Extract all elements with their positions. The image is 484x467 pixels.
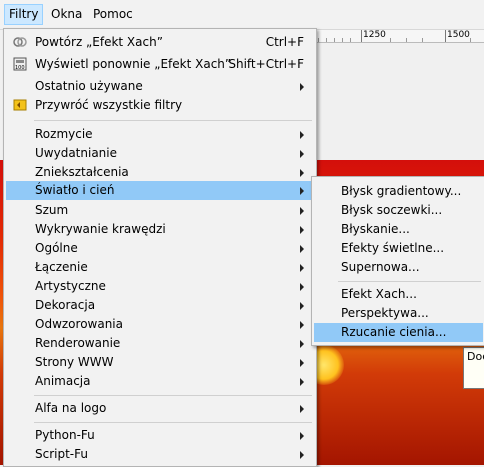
submenu-arrow-icon: [300, 405, 304, 413]
menu-item-light-shadow[interactable]: Światło i cień: [6, 181, 314, 200]
submenu-item-lighting[interactable]: Efekty świetlne...: [314, 239, 483, 258]
submenu-arrow-icon: [300, 451, 304, 459]
menu-item-distorts[interactable]: Zniekształcenia: [6, 163, 314, 182]
menu-item-blur[interactable]: Rozmycie: [6, 125, 314, 144]
menu-item-generic[interactable]: Ogólne: [6, 239, 314, 258]
submenu-item-perspective[interactable]: Perspektywa...: [314, 304, 483, 323]
menu-item-repeat[interactable]: Powtórz „Efekt Xach” Ctrl+F: [6, 33, 314, 52]
tooltip: Doc: [463, 347, 484, 389]
menu-pomoc[interactable]: Pomoc: [89, 5, 137, 24]
menu-item-web[interactable]: Strony WWW: [6, 353, 314, 372]
light-shadow-submenu: Błysk gradientowy... Błysk soczewki... B…: [311, 176, 484, 346]
submenu-arrow-icon: [300, 207, 304, 215]
menu-okna[interactable]: Okna: [47, 5, 86, 24]
submenu-item-drop-shadow[interactable]: Rzucanie cienia...: [314, 323, 483, 342]
submenu-arrow-icon: [300, 226, 304, 234]
reshow-filter-icon: 100: [13, 57, 27, 71]
ruler-label-2: 1500: [447, 30, 470, 40]
reset-filters-icon: [13, 99, 27, 111]
submenu-arrow-icon: [300, 83, 304, 91]
submenu-arrow-icon: [300, 245, 304, 253]
menu-item-enhance[interactable]: Uwydatnianie: [6, 144, 314, 163]
submenu-arrow-icon: [300, 169, 304, 177]
menu-item-render[interactable]: Renderowanie: [6, 334, 314, 353]
menu-item-combine[interactable]: Łączenie: [6, 258, 314, 277]
menu-item-animation[interactable]: Animacja: [6, 372, 314, 391]
submenu-item-supernova[interactable]: Supernowa...: [314, 258, 483, 277]
svg-text:100: 100: [15, 65, 25, 71]
submenu-arrow-icon: [300, 187, 304, 195]
submenu-arrow-icon: [300, 321, 304, 329]
separator: [338, 281, 481, 282]
menu-item-reset-all[interactable]: Przywróć wszystkie filtry: [6, 96, 314, 115]
submenu-item-lens-flare[interactable]: Błysk soczewki...: [314, 201, 483, 220]
submenu-arrow-icon: [300, 283, 304, 291]
menu-item-recent[interactable]: Ostatnio używane: [6, 77, 314, 96]
submenu-arrow-icon: [300, 131, 304, 139]
menubar: Filtry Okna Pomoc: [0, 0, 484, 30]
menu-item-reshow[interactable]: 100 Wyświetl ponownie „Efekt Xach” Shift…: [6, 55, 314, 74]
submenu-arrow-icon: [300, 378, 304, 386]
submenu-item-gradient-flare[interactable]: Błysk gradientowy...: [314, 182, 483, 201]
horizontal-ruler: 1250 1500: [310, 30, 484, 43]
submenu-arrow-icon: [300, 150, 304, 158]
menu-item-map[interactable]: Odwzorowania: [6, 315, 314, 334]
separator: [34, 120, 312, 121]
separator: [34, 422, 312, 423]
submenu-item-sparkle[interactable]: Błyskanie...: [314, 220, 483, 239]
separator: [34, 395, 312, 396]
submenu-arrow-icon: [300, 340, 304, 348]
menu-item-alpha-logo[interactable]: Alfa na logo: [6, 399, 314, 418]
submenu-arrow-icon: [300, 264, 304, 272]
menu-item-decor[interactable]: Dekoracja: [6, 296, 314, 315]
submenu-item-xach[interactable]: Efekt Xach...: [314, 285, 483, 304]
menu-item-python-fu[interactable]: Python-Fu: [6, 426, 314, 445]
submenu-arrow-icon: [300, 359, 304, 367]
menu-item-edge-detect[interactable]: Wykrywanie krawędzi: [6, 220, 314, 239]
ruler-label-1: 1250: [363, 30, 386, 40]
menu-filtry[interactable]: Filtry: [4, 4, 44, 25]
menu-item-artistic[interactable]: Artystyczne: [6, 277, 314, 296]
submenu-arrow-icon: [300, 302, 304, 310]
menu-item-noise[interactable]: Szum: [6, 201, 314, 220]
repeat-filter-icon: [13, 37, 27, 47]
submenu-arrow-icon: [300, 432, 304, 440]
menu-item-script-fu[interactable]: Script-Fu: [6, 445, 314, 464]
filters-menu: Powtórz „Efekt Xach” Ctrl+F 100 Wyświetl…: [3, 28, 317, 467]
